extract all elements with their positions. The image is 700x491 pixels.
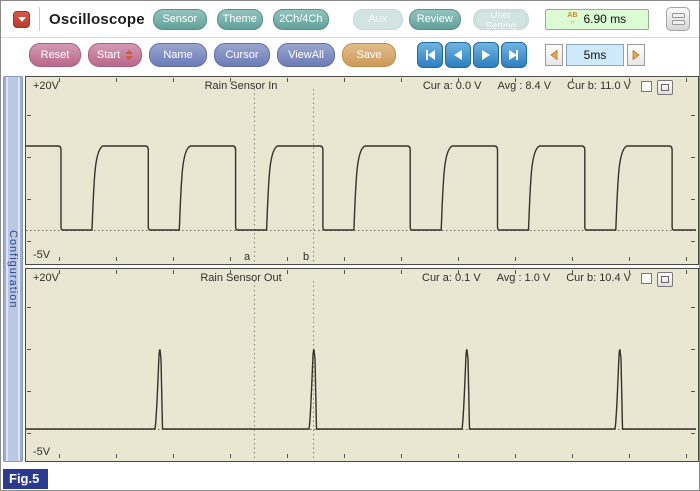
skip-to-end-icon — [506, 47, 522, 63]
review-button[interactable]: Review — [409, 9, 461, 30]
figure-label: Fig.5 — [3, 469, 48, 489]
ch2-avg-value: 1.0 V — [525, 272, 551, 284]
cursor-button[interactable]: Cursor — [214, 43, 270, 67]
title-bar: Oscilloscope Sensor Theme 2Ch/4Ch Aux Re… — [1, 1, 699, 38]
ch2-expand-button[interactable] — [657, 272, 673, 287]
ch1-readouts: Cur a:0.0 V Avg :8.4 V Cur b:11.0 V — [423, 80, 634, 92]
timebase-value[interactable]: 5ms — [566, 44, 624, 66]
ch1-cursor-b-value: 11.0 V — [600, 80, 631, 92]
signal-trace — [26, 350, 696, 429]
app-menu-button[interactable] — [13, 11, 30, 28]
ch1-bottom-voltage-label: -5V — [33, 249, 50, 261]
sensor-button[interactable]: Sensor — [153, 9, 207, 30]
increase-timebase-button[interactable] — [627, 44, 645, 66]
skip-to-start-icon — [422, 47, 438, 63]
ch2-checkbox[interactable] — [641, 273, 652, 284]
ch1-checkbox[interactable] — [641, 81, 652, 92]
scope-channel-1: +20V Rain Sensor In Cur a:0.0 V Avg :8.4… — [25, 76, 699, 265]
ch2-title: Rain Sensor Out — [200, 272, 281, 284]
play-forward-button[interactable] — [473, 42, 499, 68]
divider — [39, 7, 40, 31]
play-forward-icon — [478, 47, 494, 63]
ch1-cursor-b-marker[interactable]: b — [303, 251, 309, 263]
start-button-label: Start — [97, 49, 120, 61]
viewall-button[interactable]: ViewAll — [277, 43, 335, 67]
control-bar: Reset Start Name Cursor ViewAll Save — [1, 38, 699, 72]
start-button[interactable]: Start — [88, 43, 142, 67]
ch1-expand-button[interactable] — [657, 80, 673, 95]
decrease-timebase-button[interactable] — [545, 44, 563, 66]
waveform-ch1 — [26, 77, 696, 262]
user-setting-button: User Setting — [473, 9, 529, 30]
waveform-ch2 — [26, 269, 696, 459]
ch2-cursor-a-label: Cur a: — [422, 272, 452, 284]
step-back-button[interactable] — [445, 42, 471, 68]
ch1-avg-label: Avg : — [497, 80, 522, 92]
ch1-title: Rain Sensor In — [205, 80, 278, 92]
ch1-cursor-a-value: 0.0 V — [456, 80, 482, 92]
ch2-bottom-voltage-label: -5V — [33, 446, 50, 458]
save-button[interactable]: Save — [342, 43, 396, 67]
ch2-cursor-b-label: Cur b: — [566, 272, 596, 284]
skip-to-start-button[interactable] — [417, 42, 443, 68]
square-icon — [661, 84, 669, 91]
app-title: Oscilloscope — [49, 11, 145, 28]
ch2-cursor-b-value: 10.4 V — [599, 272, 631, 284]
ch2-top-voltage-label: +20V — [33, 272, 59, 284]
ch1-cursor-a-marker[interactable]: a — [244, 251, 250, 263]
timebase-selector: 5ms — [545, 44, 645, 66]
increase-timebase-arrow — [630, 49, 642, 61]
chevron-down-icon — [18, 17, 26, 22]
channel-mode-button[interactable]: 2Ch/4Ch — [273, 9, 329, 30]
name-button[interactable]: Name — [149, 43, 207, 67]
step-back-icon — [450, 47, 466, 63]
reset-button[interactable]: Reset — [29, 43, 81, 67]
decrease-timebase-arrow — [548, 49, 560, 61]
oscilloscope-window: Oscilloscope Sensor Theme 2Ch/4Ch Aux Re… — [0, 0, 700, 491]
ab-delta-icon: AB ↔ — [567, 13, 577, 25]
aux-button: Aux — [353, 9, 403, 30]
ab-icon-arrows: ↔ — [567, 19, 577, 25]
stacked-panels-icon — [672, 13, 685, 18]
ch2-avg-label: Avg : — [497, 272, 522, 284]
ch2-cursor-a-value: 0.1 V — [455, 272, 481, 284]
cursor-delta-readout: AB ↔ 6.90 ms — [545, 9, 649, 30]
scope-channel-2: +20V Rain Sensor Out Cur a:0.1 V Avg :1.… — [25, 268, 699, 462]
ch1-cursor-a-label: Cur a: — [423, 80, 453, 92]
ch1-cursor-b-label: Cur b: — [567, 80, 597, 92]
ch1-avg-value: 8.4 V — [525, 80, 551, 92]
theme-button[interactable]: Theme — [217, 9, 263, 30]
delta-time-value: 6.90 ms — [584, 12, 627, 26]
up-down-spinner-icon[interactable] — [125, 50, 133, 60]
configuration-tab-label: Configuration — [7, 230, 19, 308]
axis-ticks — [27, 78, 695, 261]
signal-trace — [26, 146, 696, 230]
transport-controls — [417, 42, 527, 68]
ch2-readouts: Cur a:0.1 V Avg :1.0 V Cur b:10.4 V — [422, 272, 634, 284]
panel-layout-button[interactable] — [666, 7, 690, 31]
ch1-top-voltage-label: +20V — [33, 80, 59, 92]
square-icon — [661, 276, 669, 283]
configuration-tab[interactable]: Configuration — [3, 76, 23, 462]
skip-to-end-button[interactable] — [501, 42, 527, 68]
